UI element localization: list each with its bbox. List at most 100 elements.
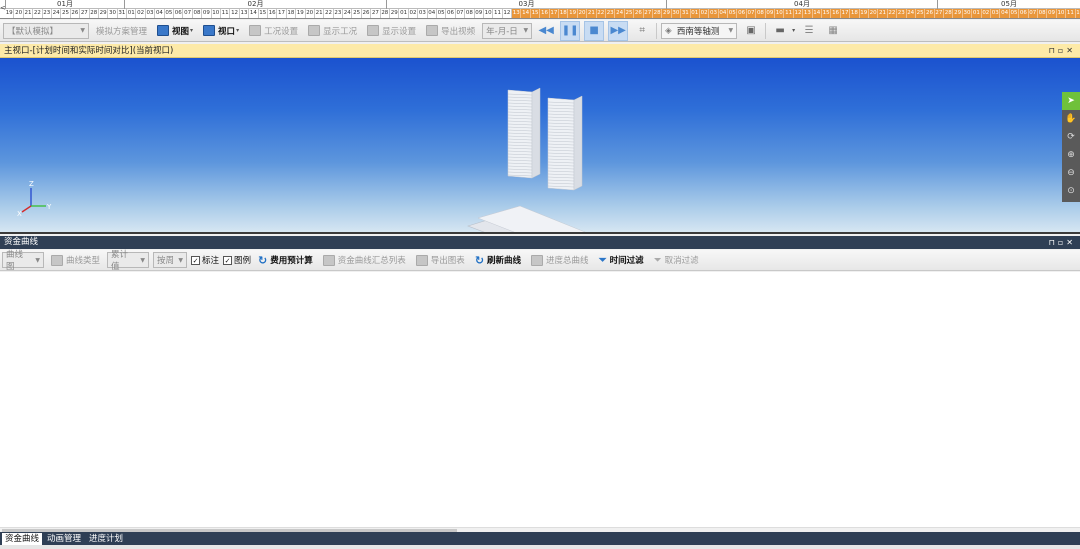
timeline-day[interactable]: 12 — [503, 9, 513, 18]
timeline-day[interactable]: 02 — [699, 9, 710, 18]
timeline-day[interactable]: 15 — [821, 9, 832, 18]
timeline-day[interactable]: 07 — [1028, 9, 1038, 18]
timeline-day[interactable]: 22 — [33, 9, 43, 18]
grid-tool-button[interactable]: ⌗ — [632, 21, 652, 41]
timeline-day[interactable]: 11 — [784, 9, 794, 18]
timeline-day[interactable]: 12 — [793, 9, 804, 18]
tab-animation-manage[interactable]: 动画管理 — [44, 533, 84, 545]
timeline-day[interactable]: 26 — [362, 9, 372, 18]
timeline-day[interactable]: 25 — [915, 9, 926, 18]
timeline-day[interactable]: 05 — [437, 9, 447, 18]
cumulative-select[interactable]: 累计值 ▼ — [107, 250, 150, 272]
screen-button[interactable]: ▣ — [741, 21, 761, 41]
timeline-day[interactable]: 23 — [334, 9, 344, 18]
timeline-day[interactable]: 29 — [662, 9, 672, 18]
timeline-day[interactable]: 05 — [1009, 9, 1020, 18]
timeline-day[interactable]: 26 — [634, 9, 644, 18]
timeline-day[interactable]: 20 — [868, 9, 879, 18]
timeline-day[interactable]: 11 — [1066, 9, 1076, 18]
timeline-day[interactable]: 03 — [418, 9, 428, 18]
3d-viewport[interactable]: Z Y X ➤ ✋ ⟳ ⊕ ⊖ ⊙ — [0, 58, 1080, 234]
tab-cost-curve[interactable]: 资金曲线 — [2, 532, 43, 545]
timeline-day[interactable]: 06 — [174, 9, 184, 18]
timeline-ruler[interactable]: < 01月 02月 03月 04月 05月 19 20 21 22 23 24 25 26 27… — [0, 0, 1080, 19]
curve-type-button[interactable]: 曲线类型 — [48, 251, 103, 269]
timeline-day[interactable]: 28 — [944, 9, 954, 18]
timeline-day[interactable]: 31 — [118, 9, 128, 18]
timeline-day[interactable]: 12 — [230, 9, 240, 18]
timeline-day[interactable]: 16 — [268, 9, 278, 18]
timeline-day[interactable]: 30 — [962, 9, 973, 18]
panel-controls[interactable]: ⊓▫✕ — [1049, 44, 1076, 58]
timeline-day[interactable]: 22 — [596, 9, 606, 18]
view-button[interactable]: 视图 ▾ — [154, 22, 196, 40]
timeline-day[interactable]: 21 — [315, 9, 325, 18]
timeline-day[interactable]: 11 — [221, 9, 231, 18]
progress-curve-button[interactable]: 进度总曲线 — [528, 251, 592, 269]
refresh-curve-button[interactable]: ↻ 刷新曲线 — [472, 251, 524, 269]
timeline-day[interactable]: 27 — [80, 9, 90, 18]
timeline-day[interactable]: 23 — [606, 9, 616, 18]
timeline-day[interactable]: 04 — [1000, 9, 1010, 18]
timeline-day[interactable]: 20 — [14, 9, 24, 18]
zoom-fit-tool[interactable]: ⊙ — [1062, 182, 1080, 200]
date-format-select[interactable]: 年-月-日 ▼ — [482, 22, 533, 39]
timeline-day[interactable]: 16 — [831, 9, 841, 18]
timeline-day[interactable]: 06 — [1019, 9, 1029, 18]
timeline-day[interactable]: 25 — [352, 9, 362, 18]
timeline-day[interactable]: 21 — [587, 9, 597, 18]
timeline-day[interactable]: 09 — [1047, 9, 1057, 18]
timeline-day[interactable]: 14 — [249, 9, 259, 18]
window-button[interactable]: 视口 ▾ — [200, 22, 242, 40]
timeline-day[interactable]: 21 — [24, 9, 34, 18]
timeline-day[interactable]: 10 — [484, 9, 494, 18]
timeline-day[interactable]: 01 — [972, 9, 982, 18]
view-direction-select[interactable]: ◈ 西南等轴测 ▼ — [661, 22, 738, 39]
timeline-day[interactable]: 07 — [456, 9, 466, 18]
timeline-day[interactable]: 05 — [165, 9, 175, 18]
label-checkbox[interactable]: ✓ 标注 — [191, 254, 219, 266]
timeline-day[interactable]: 01 — [399, 9, 409, 18]
fast-forward-button[interactable]: ▶▶ — [608, 20, 629, 41]
timeline-day[interactable]: 10 — [212, 9, 221, 18]
timeline-day[interactable]: 01 — [690, 9, 700, 18]
orbit-tool[interactable]: ⟳ — [1062, 128, 1080, 146]
timeline-day[interactable]: 27 — [643, 9, 653, 18]
timeline-day[interactable]: 02 — [136, 9, 146, 18]
timeline-day[interactable]: 19 — [5, 9, 15, 18]
legend-checkbox[interactable]: ✓ 图例 — [223, 254, 251, 266]
timeline-day[interactable]: 16 — [540, 9, 550, 18]
timeline-day[interactable]: 20 — [306, 9, 315, 18]
timeline-day[interactable]: 26 — [71, 9, 81, 18]
scheme-select[interactable]: 【默认模拟】 ▼ — [3, 22, 89, 39]
timeline-day[interactable]: 15 — [530, 9, 541, 18]
panel-controls[interactable]: ⊓▫✕ — [1049, 236, 1076, 249]
timeline-day[interactable]: 07 — [183, 9, 193, 18]
timeline-day[interactable]: 03 — [709, 9, 719, 18]
pan-tool[interactable]: ✋ — [1062, 110, 1080, 128]
timeline-day[interactable]: 08 — [193, 9, 203, 18]
timeline-day[interactable]: 24 — [52, 9, 62, 18]
export-video-button[interactable]: 导出视频 — [423, 22, 478, 40]
timeline-day[interactable]: 13 — [512, 9, 522, 18]
layers-button[interactable]: ☰ — [799, 21, 819, 41]
timeline-day[interactable]: 03 — [146, 9, 156, 18]
select-tool[interactable]: ➤ — [1062, 92, 1080, 110]
timeline-day[interactable]: 07 — [746, 9, 757, 18]
timeline-day[interactable]: 28 — [90, 9, 99, 18]
timeline-day[interactable]: 11 — [493, 9, 503, 18]
summary-list-button[interactable]: 资金曲线汇总列表 — [320, 251, 409, 269]
timeline-day[interactable]: 25 — [61, 9, 71, 18]
timeline-day[interactable]: 08 — [465, 9, 475, 18]
timeline-day[interactable]: 24 — [906, 9, 916, 18]
export-chart-button[interactable]: 导出图表 — [413, 251, 468, 269]
caret-down-icon[interactable]: ▾ — [792, 27, 795, 34]
timeline-day[interactable]: 10 — [1056, 9, 1067, 18]
timeline-day[interactable]: 12 — [1075, 9, 1080, 18]
timeline-day[interactable]: 13 — [803, 9, 813, 18]
timeline-day[interactable]: 19 — [568, 9, 578, 18]
timeline-day[interactable]: 19 — [859, 9, 869, 18]
rewind-button[interactable]: ◀◀ — [536, 21, 556, 41]
timeline-day[interactable]: 19 — [296, 9, 306, 18]
timeline-day[interactable]: 18 — [850, 9, 860, 18]
